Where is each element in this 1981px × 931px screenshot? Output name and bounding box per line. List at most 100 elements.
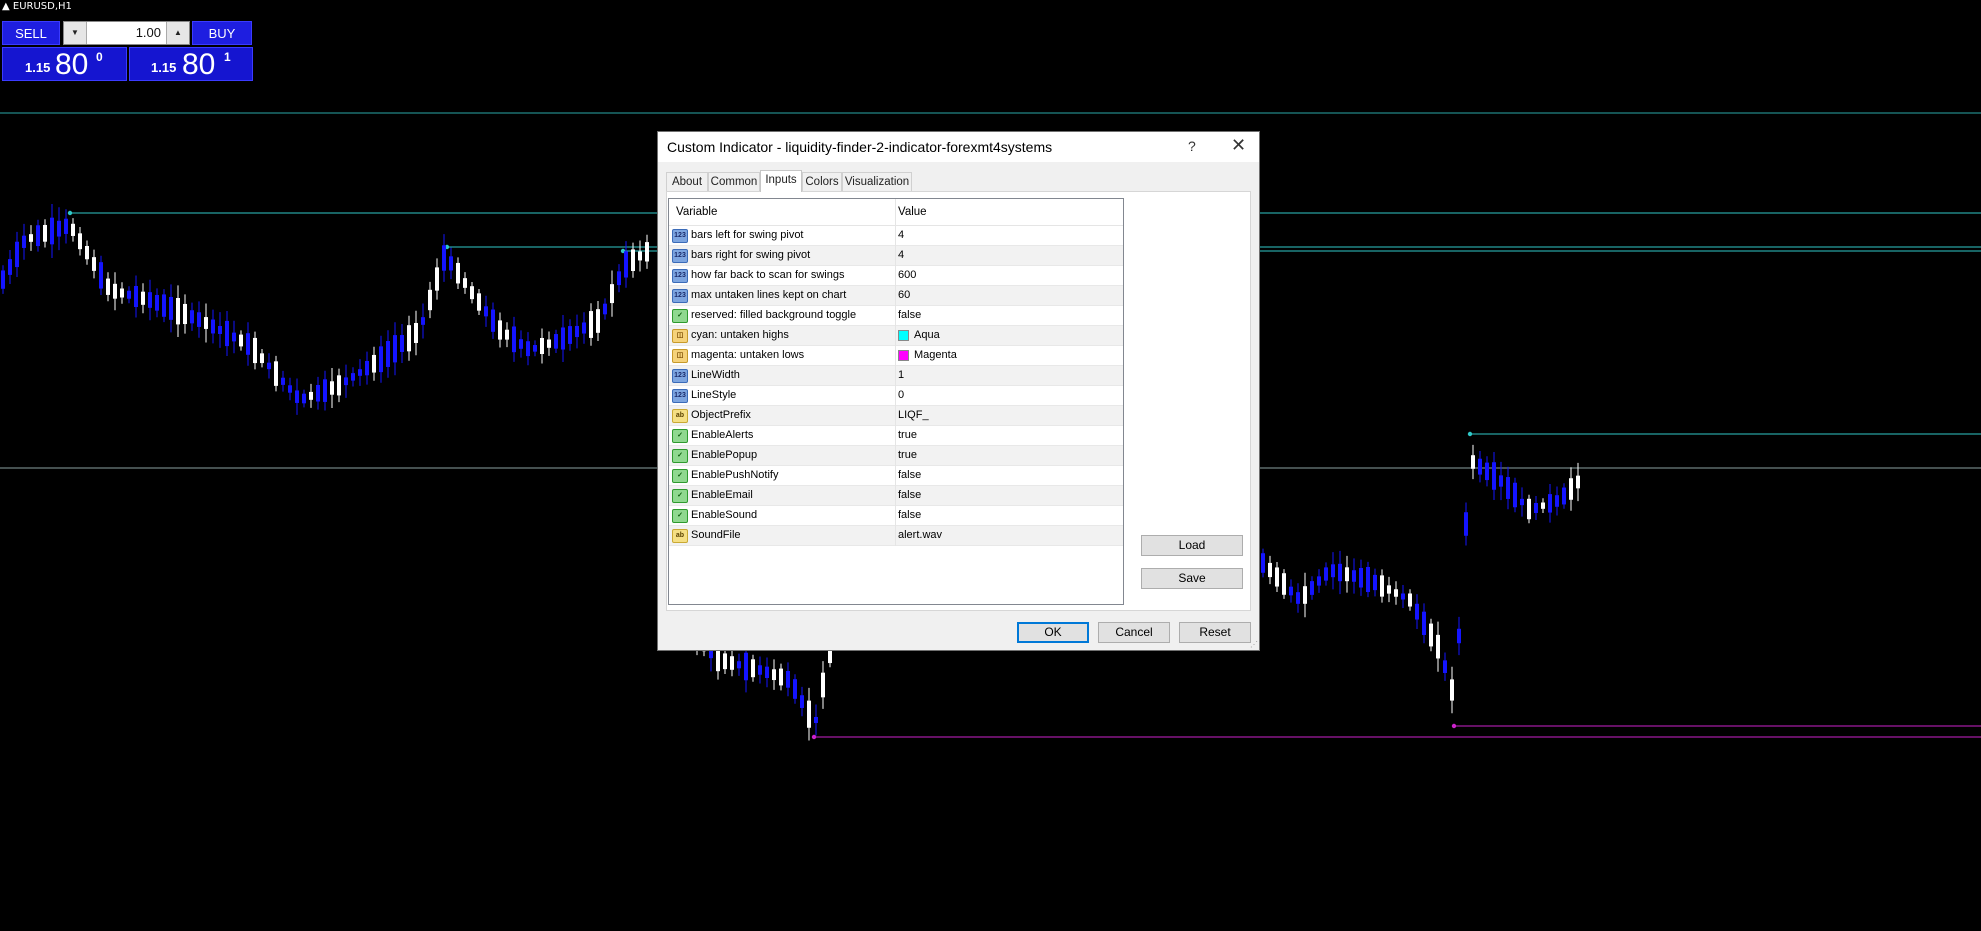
input-row[interactable]: ◫ magenta: untaken lows Magenta [669, 346, 1123, 366]
buy-button[interactable]: BUY [192, 21, 252, 45]
input-row[interactable]: ✓ EnableEmail false [669, 486, 1123, 506]
input-value[interactable]: 4 [898, 249, 904, 261]
tab-visualization[interactable]: Visualization [842, 172, 912, 191]
input-row[interactable]: 123 LineStyle 0 [669, 386, 1123, 406]
ok-button[interactable]: OK [1017, 622, 1089, 643]
candle-body [1422, 611, 1426, 635]
tab-common[interactable]: Common [708, 172, 760, 191]
input-row[interactable]: ◫ cyan: untaken highs Aqua [669, 326, 1123, 346]
candle-body [323, 379, 327, 402]
tab-inputs[interactable]: Inputs [760, 170, 802, 192]
candle-body [1436, 634, 1440, 659]
input-row[interactable]: ✓ EnablePopup true [669, 446, 1123, 466]
candle-body [8, 259, 12, 275]
lot-increase-icon[interactable]: ▲ [166, 22, 189, 44]
input-row[interactable]: 123 bars left for swing pivot 4 [669, 226, 1123, 246]
input-row[interactable]: 123 bars right for swing pivot 4 [669, 246, 1123, 266]
candle-body [267, 362, 271, 370]
sell-button[interactable]: SELL [2, 21, 60, 45]
candle-body [617, 271, 621, 286]
candle-body [1471, 455, 1475, 469]
integer-type-icon: 123 [672, 289, 688, 303]
reset-button[interactable]: Reset [1179, 622, 1251, 643]
candle-body [765, 666, 769, 679]
candle-body [260, 353, 264, 364]
row-separator [895, 226, 896, 246]
input-value[interactable]: true [898, 429, 917, 441]
candle-body [148, 292, 152, 308]
candle-body [351, 373, 355, 381]
help-icon[interactable]: ? [1188, 138, 1196, 154]
input-row[interactable]: ✓ EnablePushNotify false [669, 466, 1123, 486]
input-value[interactable]: alert.wav [898, 529, 942, 541]
input-value[interactable]: false [898, 309, 921, 321]
candle-body [1345, 567, 1349, 582]
input-variable-name: bars left for swing pivot [691, 229, 804, 241]
input-row[interactable]: 123 how far back to scan for swings 600 [669, 266, 1123, 286]
input-variable-name: reserved: filled background toggle [691, 309, 857, 321]
input-value[interactable]: 600 [898, 269, 916, 281]
candle-body [1485, 462, 1489, 481]
input-row[interactable]: ab ObjectPrefix LIQF_ [669, 406, 1123, 426]
input-value[interactable]: 60 [898, 289, 910, 301]
candle-body [1, 270, 5, 289]
candle-body [442, 245, 446, 271]
custom-indicator-dialog: Custom Indicator - liquidity-finder-2-in… [657, 131, 1260, 651]
lot-size-value[interactable]: 1.00 [136, 22, 161, 44]
candle-body [821, 672, 825, 698]
lot-size-stepper[interactable]: ▼ 1.00 ▲ [63, 21, 190, 45]
candle-body [274, 361, 278, 386]
input-value[interactable]: LIQF_ [898, 409, 929, 421]
input-row[interactable]: ✓ reserved: filled background toggle false [669, 306, 1123, 326]
integer-type-icon: 123 [672, 269, 688, 283]
input-row[interactable]: ✓ EnableAlerts true [669, 426, 1123, 446]
candle-body [1401, 593, 1405, 600]
resize-grip-icon[interactable]: ⋰ [1250, 640, 1258, 649]
load-button[interactable]: Load [1141, 535, 1243, 556]
candle-body [1380, 575, 1384, 597]
candle-body [190, 310, 194, 324]
close-icon[interactable]: ✕ [1231, 135, 1246, 156]
input-value[interactable]: 1 [898, 369, 904, 381]
tab-about[interactable]: About [666, 172, 708, 191]
candle-body [807, 700, 811, 728]
candle-body [113, 283, 117, 299]
tab-colors[interactable]: Colors [802, 172, 842, 191]
row-separator [895, 246, 896, 266]
candle-body [1268, 562, 1272, 578]
save-button[interactable]: Save [1141, 568, 1243, 589]
grid-header: Variable Value [669, 199, 1123, 226]
column-header-variable[interactable]: Variable [676, 206, 717, 218]
color-type-icon: ◫ [672, 329, 688, 343]
input-value[interactable]: false [898, 509, 921, 521]
input-row[interactable]: 123 max untaken lines kept on chart 60 [669, 286, 1123, 306]
input-value[interactable]: false [898, 489, 921, 501]
input-value[interactable]: 0 [898, 389, 904, 401]
input-value[interactable]: Magenta [914, 349, 957, 361]
candle-body [407, 325, 411, 352]
bid-price-prefix: 1.15 [25, 60, 51, 75]
input-variable-name: max untaken lines kept on chart [691, 289, 847, 301]
row-separator [895, 326, 896, 346]
input-row[interactable]: 123 LineWidth 1 [669, 366, 1123, 386]
collapse-triangle-icon[interactable]: ▲ [2, 1, 10, 12]
candle-body [43, 224, 47, 242]
candle-body [1555, 495, 1559, 507]
input-value[interactable]: false [898, 469, 921, 481]
column-header-value[interactable]: Value [898, 206, 927, 218]
column-separator[interactable] [895, 199, 896, 225]
lot-decrease-icon[interactable]: ▼ [64, 22, 87, 44]
candle-body [561, 327, 565, 350]
input-value[interactable]: Aqua [914, 329, 940, 341]
input-value[interactable]: true [898, 449, 917, 461]
bid-price-display[interactable]: 1.15 80 0 [2, 47, 127, 81]
input-value[interactable]: 4 [898, 229, 904, 241]
cancel-button[interactable]: Cancel [1098, 622, 1170, 643]
dialog-titlebar[interactable]: Custom Indicator - liquidity-finder-2-in… [658, 132, 1259, 162]
input-row[interactable]: ab SoundFile alert.wav [669, 526, 1123, 546]
candle-body [78, 233, 82, 250]
ask-price-display[interactable]: 1.15 80 1 [129, 47, 253, 81]
input-row[interactable]: ✓ EnableSound false [669, 506, 1123, 526]
candle-body [344, 377, 348, 386]
input-variable-name: magenta: untaken lows [691, 349, 805, 361]
